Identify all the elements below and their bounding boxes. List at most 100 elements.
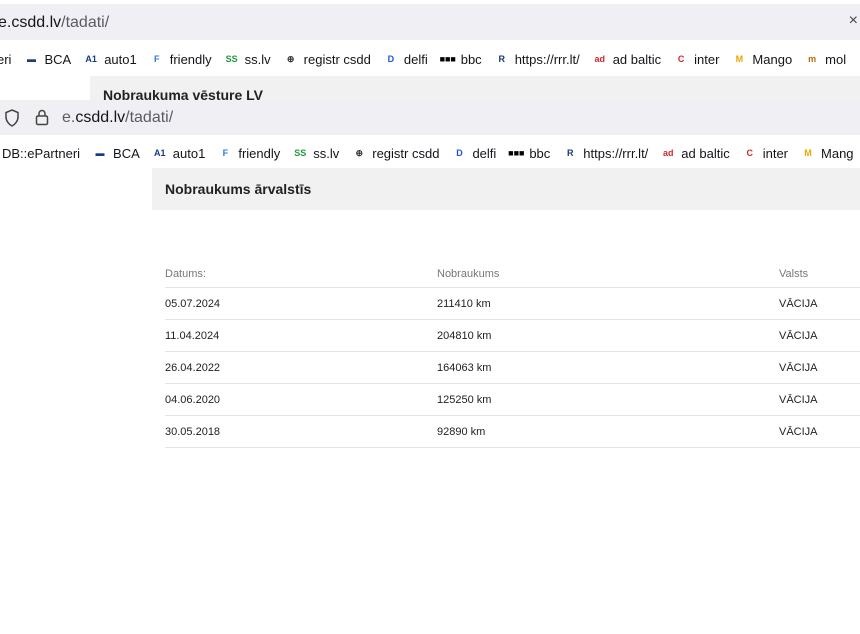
bca-icon: ▬ [95,148,105,158]
back-bookmarks-bar: eri ▬ BCA A1 auto1 Ffriendly SS ss.lv ⊕ registr c… [0,44,860,74]
bookmark-back-5[interactable]: ⊕ registr csdd [283,52,371,67]
cell-country: VĀCIJA [779,361,818,374]
bookmark-label: ss.lv [313,145,340,161]
bookmark-back-6[interactable]: Ddelfi [383,52,428,67]
bookmark-front-2[interactable]: A1 auto1 [152,145,206,161]
page-title: Nobraukums ārvalstīs [165,181,312,197]
bookmark-front-9[interactable]: ad ad baltic [660,145,730,161]
bookmark-label: DB::ePartneri [2,145,81,161]
bookmark-label: eri [0,51,12,67]
cell-country: VĀCIJA [779,393,818,406]
bookmark-label: inter [694,51,720,67]
adbaltic-icon: ad [663,148,674,158]
back-url-bar[interactable]: e.csdd.lv/tadati/ × [0,4,860,40]
table-row: 11.04.2024 204810 km VĀCIJA [165,320,860,352]
back-url-text[interactable]: e.csdd.lv/tadati/ [0,14,109,32]
bookmark-back-0[interactable]: eri [0,52,11,67]
bookmark-back-9[interactable]: ad ad baltic [592,52,661,67]
cell-mileage: 125250 km [437,393,492,406]
bookmark-label: inter [762,145,789,161]
bookmark-label: BCA [113,145,140,161]
bookmark-front-3[interactable]: Ffriendly [217,145,281,161]
bookmark-label: auto1 [104,51,137,67]
ss-icon: SS [294,148,307,158]
bookmark-back-11[interactable]: M Mango [731,51,793,67]
bookmark-back-10[interactable]: Cinter [673,51,720,67]
front-url-path: /tadati/ [125,109,174,126]
bookmark-back-8[interactable]: Rhttps://rrr.lt/ [494,52,579,67]
bookmark-label: auto1 [172,145,206,161]
delfi-icon: D [456,148,463,158]
table-header-row: Datums: Nobraukums Valsts [165,260,860,288]
bookmark-front-1[interactable]: ▬ BCA [92,146,140,161]
rrr-icon: R [498,54,505,64]
bca-icon: ▬ [26,54,36,64]
bookmark-back-3[interactable]: Ffriendly [149,52,212,67]
globe-icon: ⊕ [286,53,295,64]
front-url-prefix: e. [62,109,76,126]
back-close-icon[interactable]: × [849,12,858,30]
bookmark-label: ad baltic [612,51,662,67]
bookmark-label: delfi [472,145,497,161]
table-row: 05.07.2024 211410 km VĀCIJA [165,288,860,320]
cell-mileage: 204810 km [437,329,492,342]
cell-country: VĀCIJA [779,425,818,438]
mango-icon: M [735,54,744,64]
bookmark-front-10[interactable]: Cinter [742,146,788,161]
back-url-domain: csdd.lv [11,14,62,31]
cell-country: VĀCIJA [779,297,818,310]
table-row: 30.05.2018 92890 km VĀCIJA [165,416,860,448]
header-date: Datums: [165,267,206,280]
cell-date: 26.04.2022 [165,361,221,374]
bookmark-label: bbc [529,145,551,161]
front-url-bar[interactable]: e.csdd.lv/tadati/ [0,100,860,135]
bookmark-front-5[interactable]: ⊕ registr csdd [351,146,439,161]
back-url-prefix: e. [0,14,12,31]
background-browser-window: e.csdd.lv/tadati/ × eri ▬ BCA A1 auto1 Ffrien… [0,0,860,103]
bookmark-label: Mang [821,145,854,161]
bookmark-label: friendly [238,145,281,161]
bookmark-back-4[interactable]: SS ss.lv [224,52,271,67]
cell-date: 05.07.2024 [165,297,221,310]
table-row: 26.04.2022 164063 km VĀCIJA [165,352,860,384]
bookmark-back-12[interactable]: m mol [804,52,846,67]
cell-country: VĀCIJA [779,329,818,342]
bookmark-back-1[interactable]: ▬ BCA [23,52,71,67]
bbc-icon: ■■■ [439,54,456,64]
cell-date: 04.06.2020 [165,393,221,406]
bbc-icon: ■■■ [508,148,525,158]
delfi-icon: D [387,54,395,64]
bookmark-front-0[interactable]: DB::ePartneri [2,146,80,161]
bookmark-label: https://rrr.lt/ [583,145,649,161]
adbaltic-icon: ad [594,54,605,64]
bookmark-label: bbc [460,51,482,67]
cell-date: 11.04.2024 [165,329,220,342]
bookmark-back-2[interactable]: A1 auto1 [83,51,137,67]
shield-icon[interactable] [4,109,20,127]
header-mileage: Nobraukums [437,267,500,280]
bookmark-front-6[interactable]: Ddelfi [451,146,496,161]
bookmark-label: ad baltic [681,145,730,161]
bookmark-front-7[interactable]: ■■■ bbc [508,146,550,161]
bookmark-label: registr csdd [303,51,371,67]
bookmark-front-4[interactable]: SS ss.lv [292,146,339,161]
bookmark-label: ss.lv [244,51,271,67]
foreground-browser-window: e.csdd.lv/tadati/ DB::ePartneri ▬ BCA A1 aut… [0,100,860,634]
mango-icon: M [804,148,812,158]
bookmark-back-7[interactable]: ■■■ bbc [440,52,482,67]
header-country: Valsts [779,267,809,280]
ss-icon: SS [225,54,238,64]
bookmark-front-8[interactable]: Rhttps://rrr.lt/ [562,146,648,161]
inter-icon: C [746,148,753,158]
lock-icon[interactable] [34,108,50,126]
bookmark-label: mol [825,51,847,67]
cell-mileage: 92890 km [437,425,486,438]
bookmark-label: friendly [169,51,212,67]
bookmark-label: delfi [403,51,428,67]
bookmark-label: Mango [752,51,793,67]
back-url-path: /tadati/ [61,14,110,31]
bookmark-front-11[interactable]: M Mang [800,145,854,161]
front-url-text[interactable]: e.csdd.lv/tadati/ [62,109,173,127]
bookmark-label: registr csdd [372,145,440,161]
auto1-icon: A1 [154,148,166,158]
